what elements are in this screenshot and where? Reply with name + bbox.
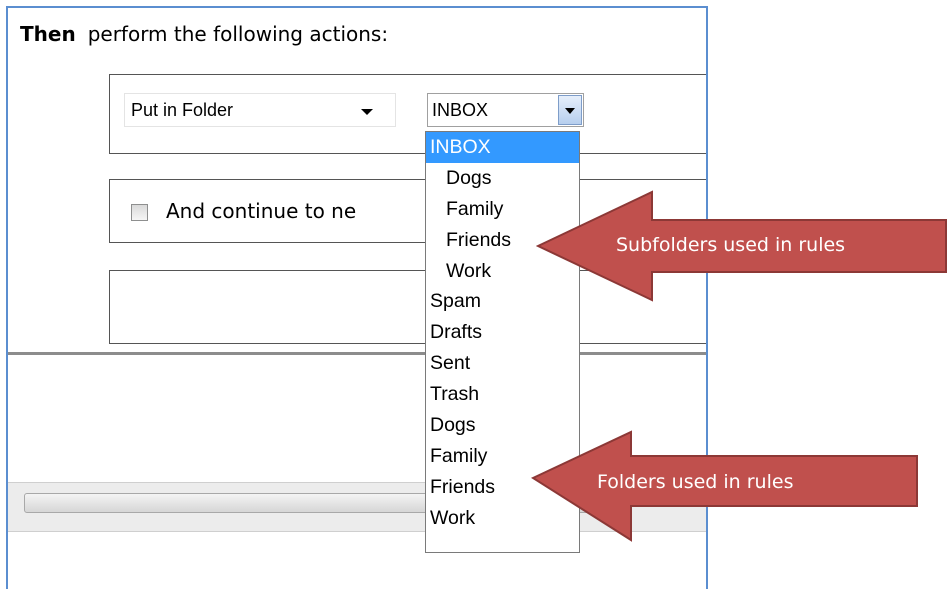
subfolders-callout-text: Subfolders used in rules bbox=[616, 234, 846, 256]
folder-select[interactable]: INBOX bbox=[427, 93, 584, 127]
section-divider bbox=[8, 352, 706, 355]
folder-select-value: INBOX bbox=[432, 100, 489, 120]
folder-select-button[interactable] bbox=[558, 95, 582, 125]
action-type-select[interactable]: Put in Folder bbox=[124, 93, 396, 127]
actions-heading: Then perform the following actions: bbox=[20, 22, 388, 46]
folder-option-inbox[interactable]: INBOX bbox=[426, 132, 579, 163]
actions-heading-text: perform the following actions: bbox=[87, 22, 389, 46]
chevron-down-icon bbox=[565, 108, 575, 114]
folder-option-sent[interactable]: Sent bbox=[426, 348, 579, 379]
folders-callout-text: Folders used in rules bbox=[597, 471, 794, 493]
action-row: Put in Folder INBOX bbox=[109, 74, 706, 154]
continue-checkbox[interactable] bbox=[131, 204, 148, 221]
action-type-value: Put in Folder bbox=[131, 100, 234, 120]
folder-option-trash[interactable]: Trash bbox=[426, 379, 579, 410]
subfolders-callout: Subfolders used in rules bbox=[535, 190, 948, 302]
then-keyword: Then bbox=[20, 22, 76, 46]
folders-callout: Folders used in rules bbox=[530, 430, 921, 542]
continue-checkbox-label: And continue to ne bbox=[166, 199, 357, 223]
folder-option-drafts[interactable]: Drafts bbox=[426, 317, 579, 348]
dropdown-arrow-icon bbox=[361, 109, 373, 115]
